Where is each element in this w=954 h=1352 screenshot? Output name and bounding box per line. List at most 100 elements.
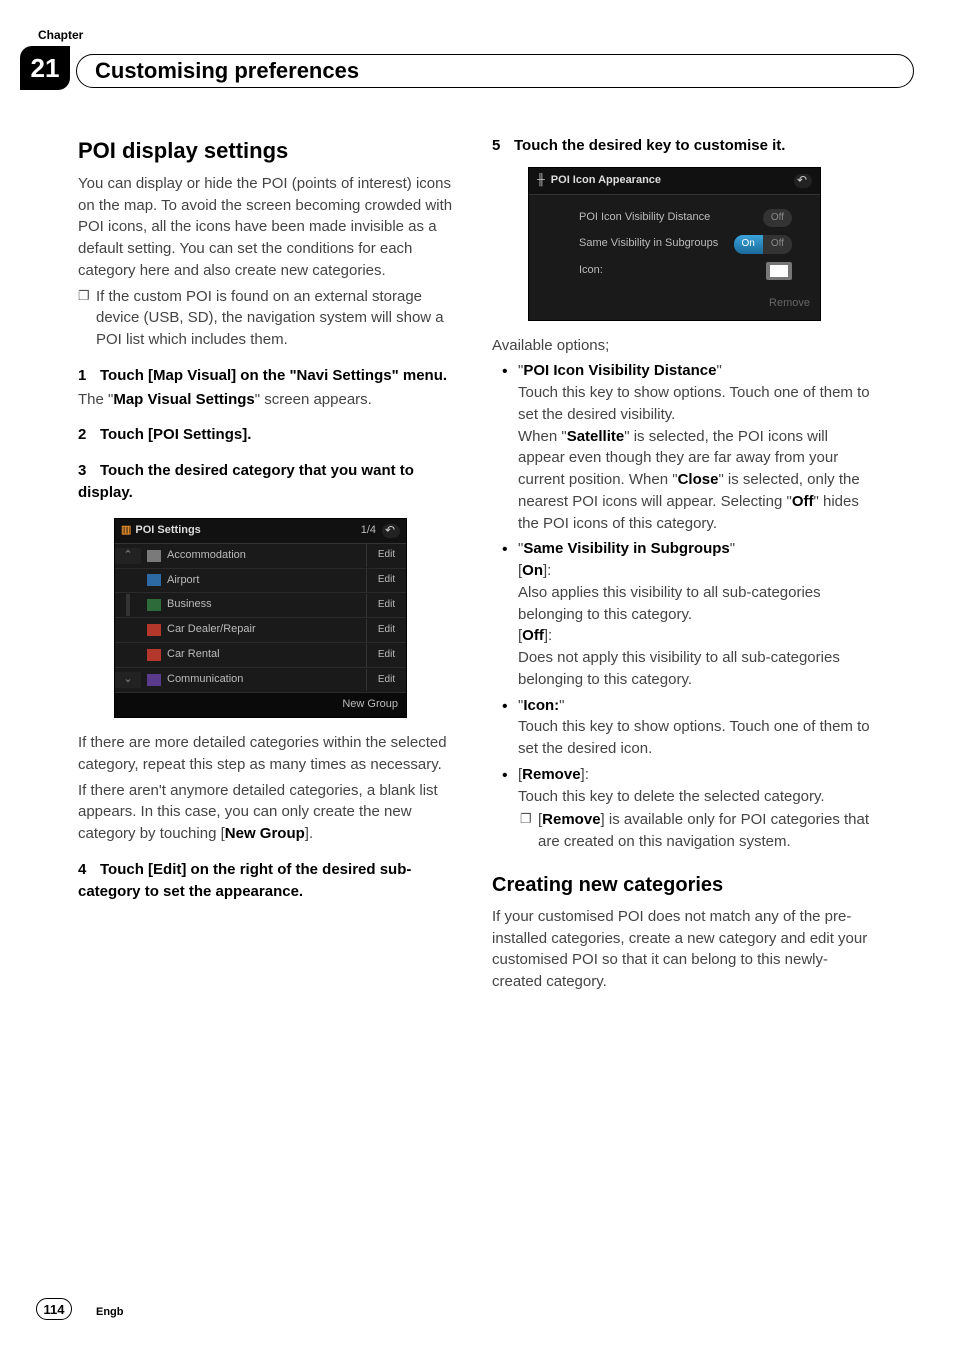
step-5-text: Touch the desired key to customise it. [514, 137, 785, 154]
shot1-page: 1/4 [361, 523, 376, 539]
option-sv-off: [Off]: [518, 625, 876, 647]
page-number-badge: 114 [36, 1298, 72, 1320]
back-icon[interactable] [794, 174, 812, 188]
edit-button[interactable]: Edit [366, 669, 406, 692]
car-rental-icon [147, 649, 161, 661]
txt: POI Settings [135, 523, 200, 539]
row-label: Business [167, 597, 212, 613]
txt: Off [522, 627, 544, 644]
chapter-title-pill: Customising preferences [76, 54, 914, 88]
section-heading-poi-display: POI display settings [78, 135, 462, 167]
back-icon[interactable] [382, 524, 400, 538]
screenshot-poi-settings: ▥POI Settings 1/4 ⌃ Accommodation Edit A… [114, 518, 407, 719]
row-label: Airport [167, 573, 199, 589]
list-item[interactable]: Airport Edit [115, 569, 406, 594]
option-sv-off-text: Does not apply this visibility to all su… [518, 647, 876, 691]
communication-icon [147, 674, 161, 686]
step-1: 1Touch [Map Visual] on the "Navi Setting… [78, 365, 462, 387]
option-sv-on: [On]: [518, 560, 876, 582]
txt: Icon: [523, 697, 559, 714]
txt: Remove [542, 811, 600, 828]
shot2-header: ╫ POI Icon Appearance [529, 168, 820, 195]
note-custom-poi: If the custom POI is found on an externa… [96, 286, 462, 351]
txt: Close [678, 471, 719, 488]
txt: Off [763, 235, 792, 254]
shot2-title: ╫ POI Icon Appearance [537, 173, 661, 189]
row-label: Car Rental [167, 647, 220, 663]
txt: " screen appears. [255, 391, 372, 408]
txt: POI Icon Visibility Distance [523, 362, 716, 379]
screenshot-poi-icon-appearance: ╫ POI Icon Appearance POI Icon Visibility… [528, 167, 821, 321]
txt: New Group [225, 825, 305, 842]
option-vd-desc2: When "Satellite" is selected, the POI ic… [518, 426, 876, 535]
scroll-track[interactable] [126, 594, 130, 616]
edit-button[interactable]: Edit [366, 569, 406, 592]
option-icon-text: Touch this key to show options. Touch on… [518, 716, 876, 760]
airport-icon [147, 574, 161, 586]
accommodation-icon [147, 550, 161, 562]
shot1-header: ▥POI Settings 1/4 [115, 519, 406, 544]
row-icon[interactable]: Icon: [579, 262, 792, 280]
remove-button[interactable]: Remove [529, 292, 820, 316]
settings-icon: ╫ [537, 173, 545, 189]
txt: Off [763, 209, 792, 228]
txt: Map Visual Settings [113, 391, 254, 408]
language-label: Engb [96, 1306, 124, 1318]
list-item[interactable]: Car Dealer/Repair Edit [115, 618, 406, 643]
row-label: Same Visibility in Subgroups [579, 236, 718, 252]
option-remove-text: Touch this key to delete the selected ca… [518, 786, 876, 808]
step-4: 4Touch [Edit] on the right of the desire… [78, 859, 462, 903]
scroll-up-icon[interactable]: ⌃ [115, 548, 141, 564]
row-label: Accommodation [167, 548, 246, 564]
edit-button[interactable]: Edit [366, 619, 406, 642]
step-2: 2Touch [POI Settings]. [78, 424, 462, 446]
edit-button[interactable]: Edit [366, 644, 406, 667]
shot1-title: ▥POI Settings [121, 523, 201, 539]
list-item[interactable]: Business Edit [115, 593, 406, 618]
row-same-visibility[interactable]: Same Visibility in Subgroups OnOff [579, 235, 792, 254]
creating-categories-text: If your customised POI does not match an… [492, 906, 876, 993]
business-icon [147, 599, 161, 611]
option-remove-note: [Remove] is available only for POI categ… [538, 809, 876, 853]
step-3-text: Touch the desired category that you want… [78, 462, 414, 501]
txt: When " [518, 428, 567, 445]
toggle-on-off[interactable]: OnOff [734, 235, 793, 254]
option-remove: [Remove]: [518, 764, 876, 786]
toggle-off[interactable]: Off [763, 209, 792, 228]
option-same-visibility: "Same Visibility in Subgroups" [518, 538, 876, 560]
step-1-text: Touch [Map Visual] on the "Navi Settings… [100, 367, 447, 384]
edit-button[interactable]: Edit [366, 544, 406, 567]
left-column: POI display settings You can display or … [78, 135, 462, 997]
list-item[interactable]: ⌄ Communication Edit [115, 668, 406, 693]
txt: POI Icon Appearance [551, 173, 661, 189]
section-heading-creating-categories: Creating new categories [492, 871, 876, 900]
icon-preview[interactable] [766, 262, 792, 280]
right-column: 5Touch the desired key to customise it. … [492, 135, 876, 997]
chapter-label: Chapter [38, 28, 83, 42]
after-text-1: If there are more detailed categories wi… [78, 732, 462, 776]
step-3: 3Touch the desired category that you wan… [78, 460, 462, 504]
txt: Satellite [567, 428, 625, 445]
step-1-result: The "Map Visual Settings" screen appears… [78, 389, 462, 411]
list-item[interactable]: ⌃ Accommodation Edit [115, 544, 406, 569]
txt: On [734, 235, 763, 254]
option-icon: "Icon:" [518, 695, 876, 717]
available-options-label: Available options; [492, 335, 876, 357]
txt: Same Visibility in Subgroups [523, 540, 729, 557]
row-label: Communication [167, 672, 243, 688]
txt: ]. [305, 825, 313, 842]
intro-paragraph: You can display or hide the POI (points … [78, 173, 462, 282]
step-4-text: Touch [Edit] on the right of the desired… [78, 861, 411, 900]
list-icon: ▥ [121, 523, 131, 539]
txt: The " [78, 391, 113, 408]
row-label: Icon: [579, 263, 603, 279]
row-label: Car Dealer/Repair [167, 622, 256, 638]
row-visibility-distance[interactable]: POI Icon Visibility Distance Off [579, 209, 792, 228]
edit-button[interactable]: Edit [366, 594, 406, 617]
step-5: 5Touch the desired key to customise it. [492, 135, 876, 157]
txt: On [522, 562, 543, 579]
scroll-down-icon[interactable]: ⌄ [115, 672, 141, 688]
chapter-title: Customising preferences [95, 58, 359, 84]
list-item[interactable]: Car Rental Edit [115, 643, 406, 668]
new-group-button[interactable]: New Group [115, 693, 406, 717]
